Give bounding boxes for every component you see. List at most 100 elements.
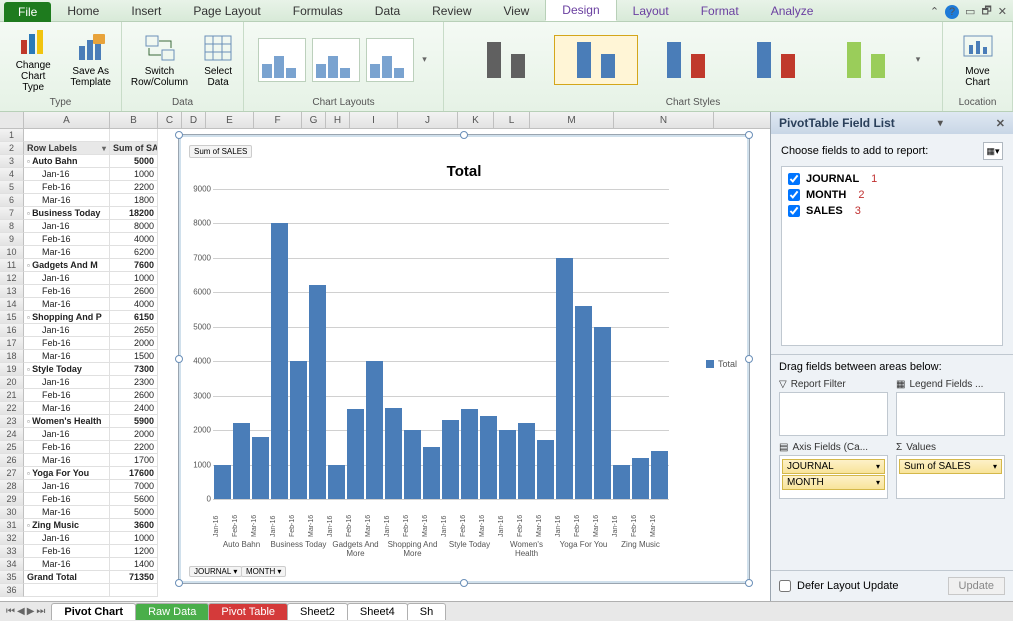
cell[interactable]: Feb-16 (24, 181, 110, 194)
cell[interactable]: Mar-16 (24, 558, 110, 571)
cell[interactable]: Feb-16 (24, 389, 110, 402)
row-header[interactable]: 22 (0, 402, 24, 415)
cell[interactable]: 8000 (110, 220, 158, 233)
cell[interactable]: Mar-16 (24, 194, 110, 207)
col-header-L[interactable]: L (494, 112, 530, 128)
cell[interactable]: 4000 (110, 298, 158, 311)
bar[interactable] (632, 458, 649, 499)
bar[interactable] (233, 423, 250, 499)
area-chip[interactable]: Sum of SALES▾ (899, 459, 1002, 474)
cell[interactable]: Jan-16 (24, 220, 110, 233)
row-header[interactable]: 25 (0, 441, 24, 454)
bar[interactable] (461, 409, 478, 499)
row-header[interactable]: 26 (0, 454, 24, 467)
bar[interactable] (404, 430, 421, 499)
cell[interactable]: Jan-16 (24, 428, 110, 441)
cell[interactable]: 2300 (110, 376, 158, 389)
cell[interactable]: 2000 (110, 337, 158, 350)
sheet-tab[interactable]: Pivot Table (208, 603, 288, 620)
cell[interactable] (24, 129, 110, 142)
grid[interactable]: ABCDEFGHIJKLMN 12Row Labels▾Sum of SA3Au… (0, 112, 770, 601)
sheet-tab[interactable]: Pivot Chart (51, 603, 136, 620)
help-icon[interactable]: ? (945, 5, 959, 19)
col-header-D[interactable]: D (182, 112, 206, 128)
chart-layout-thumb[interactable] (366, 38, 414, 82)
row-header[interactable]: 15 (0, 311, 24, 324)
cell[interactable]: 5600 (110, 493, 158, 506)
bar[interactable] (290, 361, 307, 499)
row-header[interactable]: 2 (0, 142, 24, 155)
cell[interactable]: Women's Health (24, 415, 110, 428)
bar[interactable] (385, 408, 402, 499)
chart-filter-journal[interactable]: JOURNAL▾ (189, 566, 242, 577)
cell[interactable]: Jan-16 (24, 168, 110, 181)
sheet-first-icon[interactable]: ⏮ (6, 606, 15, 617)
cell[interactable]: 7600 (110, 259, 158, 272)
cell[interactable]: Zing Music (24, 519, 110, 532)
row-header[interactable]: 13 (0, 285, 24, 298)
row-header[interactable]: 31 (0, 519, 24, 532)
tab-review[interactable]: Review (416, 1, 487, 21)
cell[interactable]: Mar-16 (24, 246, 110, 259)
layouts-more-icon[interactable]: ▾ (420, 54, 429, 65)
col-header-E[interactable]: E (206, 112, 254, 128)
bar[interactable] (366, 361, 383, 499)
row-header[interactable]: 5 (0, 181, 24, 194)
cell[interactable]: 3600 (110, 519, 158, 532)
row-header[interactable]: 14 (0, 298, 24, 311)
chart-style-thumb[interactable] (644, 35, 728, 85)
cell[interactable]: Yoga For You (24, 467, 110, 480)
chart-filter-month[interactable]: MONTH▾ (241, 566, 286, 577)
cell[interactable]: 5000 (110, 506, 158, 519)
col-header-M[interactable]: M (530, 112, 614, 128)
cell[interactable]: 2600 (110, 389, 158, 402)
row-header[interactable]: 7 (0, 207, 24, 220)
area-report-filter[interactable]: ▽Report Filter (779, 377, 888, 436)
row-header[interactable]: 11 (0, 259, 24, 272)
cell[interactable]: 4000 (110, 233, 158, 246)
cell[interactable]: Mar-16 (24, 298, 110, 311)
field-checkbox[interactable] (788, 173, 800, 185)
row-header[interactable]: 29 (0, 493, 24, 506)
restore-icon[interactable]: 🗗 (981, 2, 991, 21)
cell[interactable]: 6150 (110, 311, 158, 324)
col-header-H[interactable]: H (326, 112, 350, 128)
row-header[interactable]: 24 (0, 428, 24, 441)
field-item[interactable]: MONTH2 (788, 187, 996, 203)
chart-legend[interactable]: Total (706, 359, 737, 369)
cell[interactable]: 2200 (110, 441, 158, 454)
row-header[interactable]: 18 (0, 350, 24, 363)
sheet-tab[interactable]: Sh (407, 603, 446, 620)
row-header[interactable]: 33 (0, 545, 24, 558)
row-header[interactable]: 23 (0, 415, 24, 428)
tab-layout[interactable]: Layout (617, 1, 685, 21)
field-list-dropdown-icon[interactable]: ▾ (938, 118, 943, 129)
cell[interactable] (110, 129, 158, 142)
tab-design[interactable]: Design (545, 0, 616, 21)
pivot-chart[interactable]: Sum of SALES Total 010002000300040005000… (178, 134, 750, 584)
select-all-corner[interactable] (0, 112, 24, 128)
cell[interactable]: 5900 (110, 415, 158, 428)
cell[interactable]: Feb-16 (24, 285, 110, 298)
field-checkbox[interactable] (788, 205, 800, 217)
bar[interactable] (575, 306, 592, 499)
cell[interactable]: Mar-16 (24, 506, 110, 519)
row-header[interactable]: 28 (0, 480, 24, 493)
cell[interactable]: Feb-16 (24, 493, 110, 506)
cell[interactable]: 71350 (110, 571, 158, 584)
cell[interactable]: Sum of SA (110, 142, 158, 155)
cell[interactable]: Jan-16 (24, 272, 110, 285)
cell[interactable]: Mar-16 (24, 350, 110, 363)
row-header[interactable]: 6 (0, 194, 24, 207)
cell[interactable]: 7000 (110, 480, 158, 493)
select-data-button[interactable]: SelectData (198, 30, 238, 90)
col-header-K[interactable]: K (458, 112, 494, 128)
row-header[interactable]: 35 (0, 571, 24, 584)
row-header[interactable]: 36 (0, 584, 24, 597)
chart-title[interactable]: Total (179, 163, 749, 180)
col-header-J[interactable]: J (398, 112, 458, 128)
cell[interactable]: 1700 (110, 454, 158, 467)
move-chart-button[interactable]: MoveChart (958, 30, 998, 90)
bar[interactable] (518, 423, 535, 499)
cell[interactable]: Jan-16 (24, 324, 110, 337)
